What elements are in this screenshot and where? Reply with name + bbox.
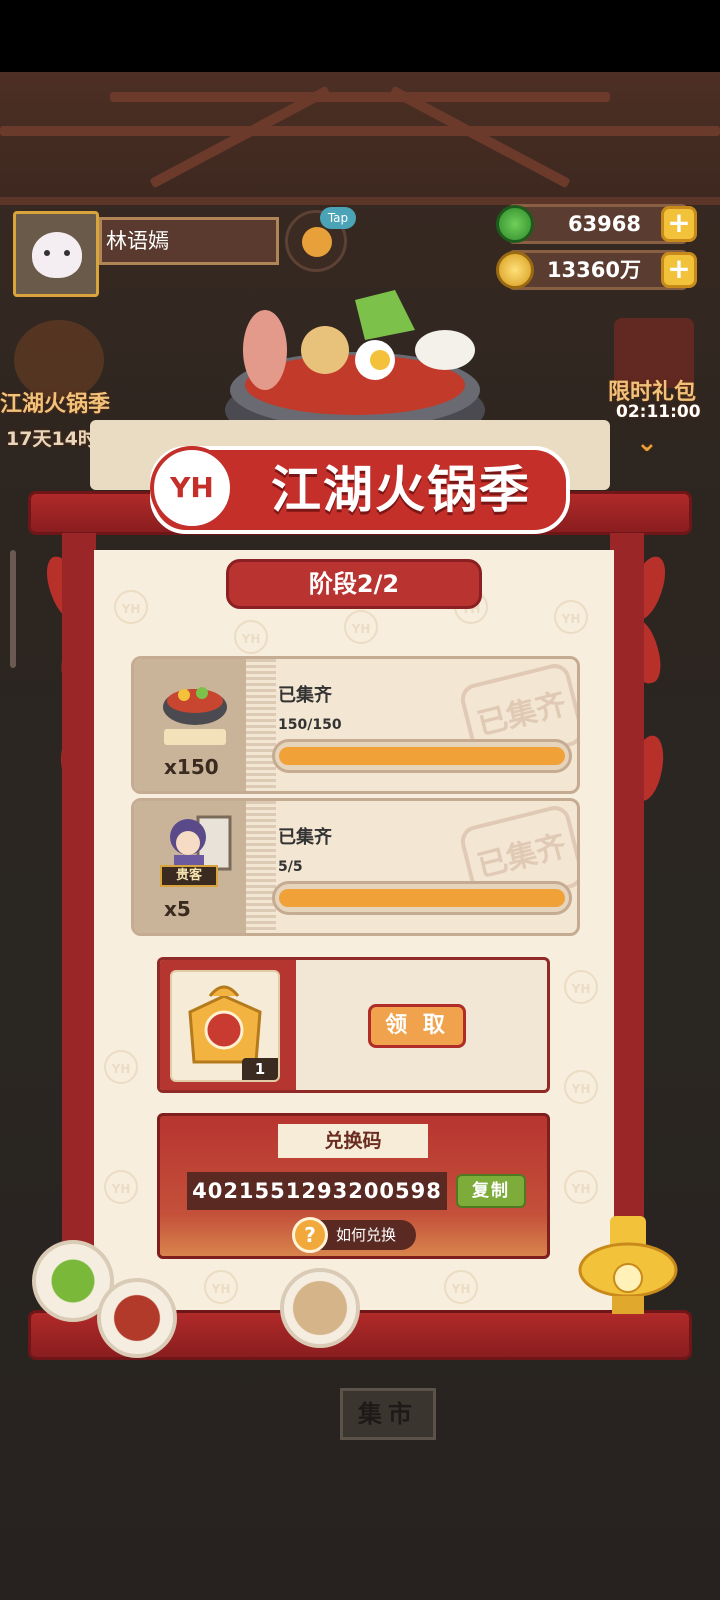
sauce-plate-icon bbox=[97, 1278, 177, 1358]
copy-button[interactable]: 复制 bbox=[456, 1174, 526, 1208]
task-card-guest: 贵客 x5 已集齐 5/5 已集齐 bbox=[131, 798, 580, 936]
vip-badge: 贵客 bbox=[160, 865, 218, 887]
soup-bowl-icon bbox=[280, 1268, 360, 1348]
task-progress-fill bbox=[279, 889, 565, 907]
reward-slot: 1 bbox=[160, 960, 296, 1090]
add-gold-button[interactable]: + bbox=[661, 252, 697, 288]
add-jade-button[interactable]: + bbox=[661, 206, 697, 242]
player-avatar[interactable] bbox=[13, 211, 99, 297]
market-sign[interactable]: 集市 bbox=[340, 1388, 436, 1440]
side-event-left-label: 江湖火锅季 bbox=[0, 392, 111, 417]
gold-coin-icon bbox=[496, 251, 534, 289]
task-progress-text: 150/150 bbox=[278, 717, 342, 733]
side-event-left-timer: 17天14时 bbox=[6, 428, 97, 450]
reward-quantity: 1 bbox=[242, 1058, 278, 1080]
hotpot-dish-icon bbox=[163, 687, 227, 745]
gold-currency-value: 13360万 bbox=[546, 258, 641, 282]
redeem-code-card: 兑换码 4021551293200598 复制 ? 如何兑换 bbox=[157, 1113, 550, 1259]
task-card-hotpot: x150 已集齐 150/150 已集齐 bbox=[131, 656, 580, 794]
question-icon: ? bbox=[292, 1217, 328, 1253]
redeem-title: 兑换码 bbox=[278, 1124, 428, 1158]
how-to-redeem-button[interactable]: ? 如何兑换 bbox=[292, 1217, 416, 1253]
jade-coin-icon bbox=[496, 205, 534, 243]
roof-beams bbox=[0, 72, 720, 205]
task-progress-text: 5/5 bbox=[278, 859, 303, 875]
task-status: 已集齐 bbox=[278, 827, 332, 848]
task-count: x5 bbox=[164, 897, 191, 921]
tap-label: Tap bbox=[320, 207, 356, 229]
yh-logo: YH bbox=[150, 446, 234, 530]
redeem-code-value[interactable]: 4021551293200598 bbox=[187, 1172, 447, 1210]
jade-currency-value: 63968 bbox=[567, 212, 641, 236]
task-count: x150 bbox=[164, 755, 219, 779]
scroll-indicator bbox=[10, 550, 16, 668]
stage-indicator: 阶段2/2 bbox=[226, 559, 482, 609]
reward-card: 1 领 取 bbox=[157, 957, 550, 1093]
player-name: 林语嫣 bbox=[99, 217, 279, 265]
claim-button[interactable]: 领 取 bbox=[368, 1004, 466, 1048]
task-status: 已集齐 bbox=[278, 685, 332, 706]
task-progress-fill bbox=[279, 747, 565, 765]
frame-left bbox=[62, 533, 96, 1323]
how-to-redeem-label: 如何兑换 bbox=[336, 1226, 397, 1244]
frame-right bbox=[610, 533, 644, 1323]
task-progress-bar bbox=[272, 881, 572, 915]
banner-title: 江湖火锅季 bbox=[271, 461, 531, 519]
side-event-right-timer: 02:11:00 bbox=[616, 402, 701, 422]
chevron-down-icon[interactable]: ⌄ bbox=[636, 428, 658, 458]
task-progress-bar bbox=[272, 739, 572, 773]
golden-hotpot-icon bbox=[578, 1216, 678, 1314]
